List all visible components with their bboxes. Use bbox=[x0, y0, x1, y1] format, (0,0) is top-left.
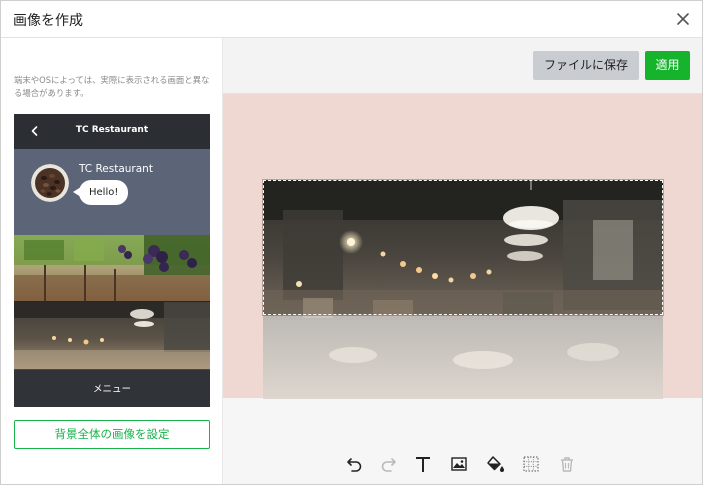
text-icon[interactable] bbox=[412, 453, 434, 475]
editor-panel: ファイルに保存 適用 bbox=[223, 38, 702, 484]
dialog-title: 画像を作成 bbox=[13, 13, 83, 29]
grid-icon[interactable] bbox=[520, 453, 542, 475]
restaurant-image bbox=[14, 302, 210, 369]
apply-button[interactable]: 適用 bbox=[645, 51, 690, 80]
preview-panel: 端末やOSによっては、実際に表示される画面と異なる場合があります。 TC Res… bbox=[1, 38, 223, 484]
preview-note: 端末やOSによっては、実際に表示される画面と異なる場合があります。 bbox=[14, 75, 210, 98]
selection-box[interactable] bbox=[263, 180, 663, 315]
phone-header: TC Restaurant bbox=[14, 114, 210, 149]
editor-top-bar: ファイルに保存 適用 bbox=[223, 38, 702, 93]
rich-menu-bar: メニュー bbox=[14, 369, 210, 407]
image-icon[interactable] bbox=[448, 453, 470, 475]
trash-icon[interactable] bbox=[556, 453, 578, 475]
rich-menu-preview bbox=[14, 235, 210, 369]
editor-canvas[interactable] bbox=[223, 93, 702, 399]
redo-icon[interactable] bbox=[377, 453, 399, 475]
fill-icon[interactable] bbox=[484, 453, 506, 475]
vineyard-image bbox=[14, 235, 210, 301]
phone-preview: TC Restaurant TC Restaurant Hello! メニュー bbox=[14, 114, 210, 407]
phone-header-title: TC Restaurant bbox=[75, 125, 149, 135]
rich-menu-label: メニュー bbox=[92, 384, 131, 395]
dialog-header: 画像を作成 bbox=[1, 1, 702, 38]
chat-area: TC Restaurant Hello! bbox=[14, 149, 210, 235]
set-background-image-button[interactable]: 背景全体の画像を設定 bbox=[14, 420, 210, 449]
undo-icon[interactable] bbox=[344, 453, 366, 475]
create-image-dialog: 画像を作成 端末やOSによっては、実際に表示される画面と異なる場合があります。 … bbox=[0, 0, 703, 485]
close-icon[interactable] bbox=[672, 8, 694, 30]
save-to-file-button[interactable]: ファイルに保存 bbox=[533, 51, 639, 80]
chat-message-bubble: Hello! bbox=[79, 180, 129, 205]
chat-sender-name: TC Restaurant bbox=[79, 163, 153, 175]
editor-toolbar bbox=[223, 448, 702, 480]
avatar bbox=[31, 164, 69, 202]
